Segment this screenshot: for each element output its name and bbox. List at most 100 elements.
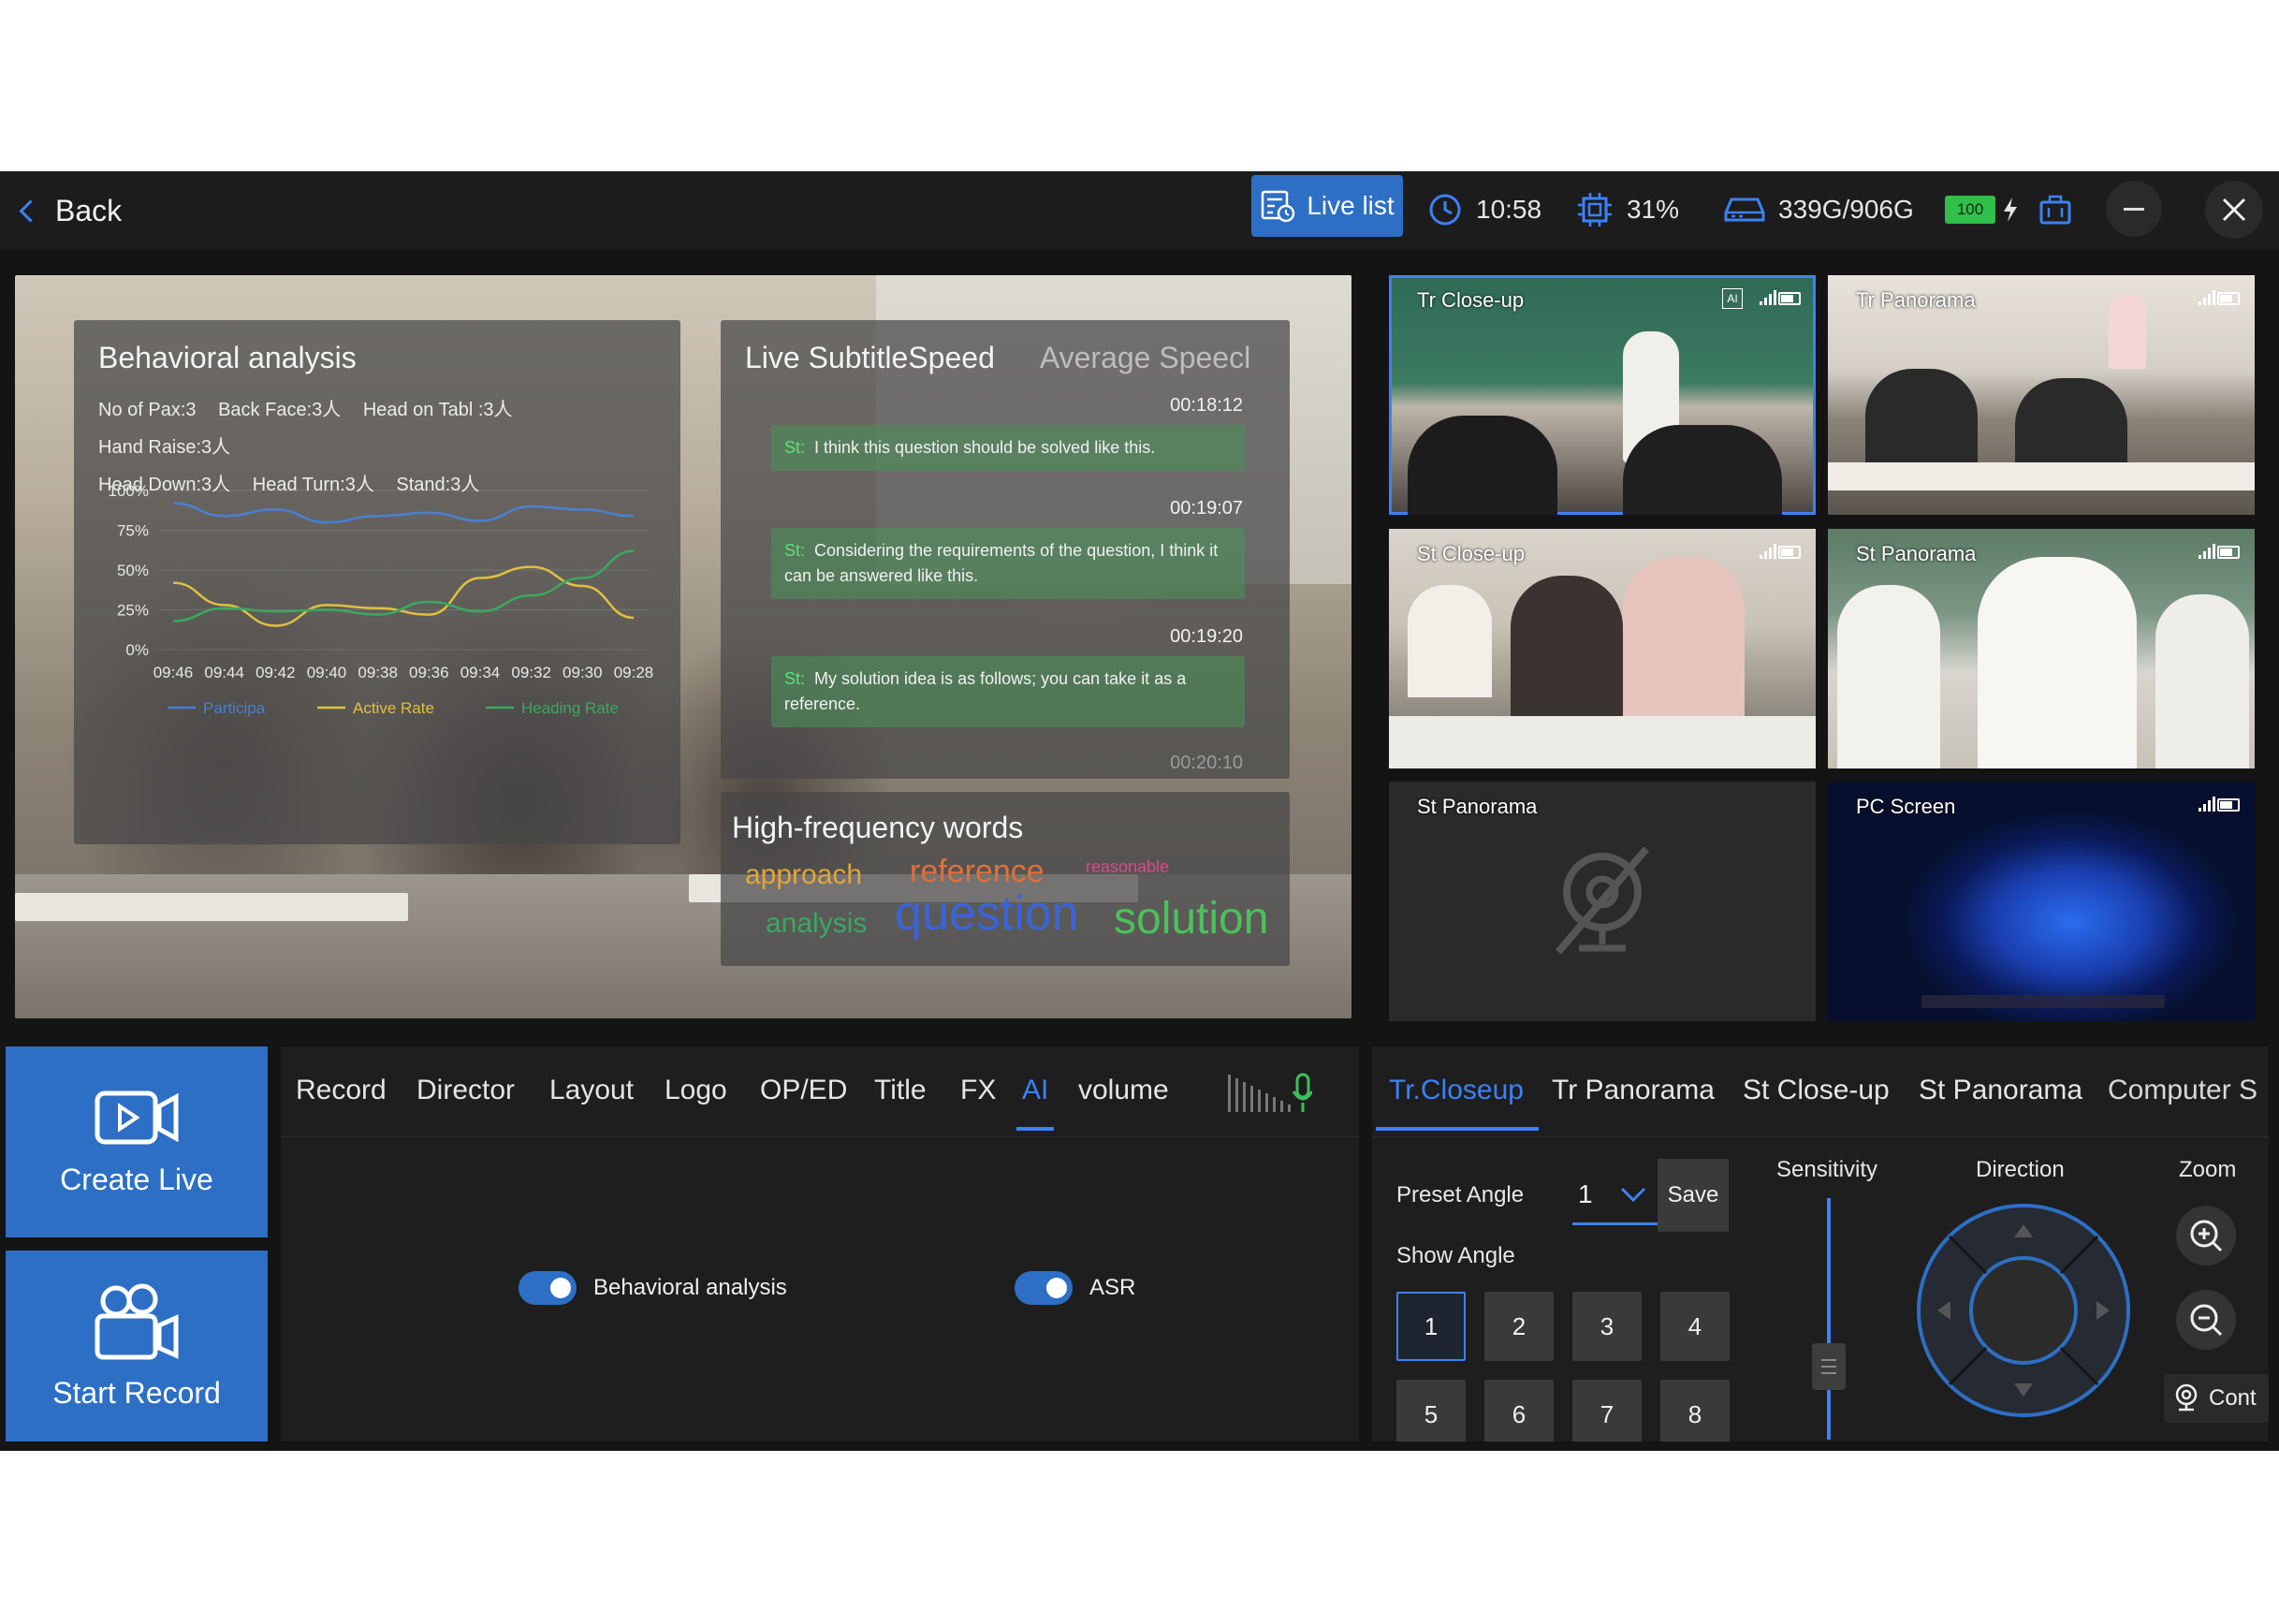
live-subtitle-panel: Live SubtitleSpeed Average Speecl 00:18:1…	[721, 320, 1290, 779]
save-button[interactable]: Save	[1658, 1159, 1729, 1232]
toggle-label: ASR	[1089, 1275, 1136, 1300]
angle-button[interactable]: 5	[1396, 1380, 1466, 1441]
behavioral-analysis-toggle[interactable]: Behavioral analysis	[519, 1271, 787, 1305]
tab-record[interactable]: Record	[296, 1075, 387, 1106]
cpu-value: 31%	[1627, 195, 1680, 224]
taskbar	[1921, 995, 2165, 1008]
chevron-left-icon	[19, 198, 42, 223]
tab-layout[interactable]: Layout	[549, 1075, 634, 1106]
teacher-figure	[1623, 557, 1745, 716]
stat-head-on-table: Head on Tabl :3人	[362, 400, 513, 420]
direction-pad[interactable]	[1913, 1200, 2134, 1421]
signal-icon	[1760, 290, 1776, 305]
slider-handle[interactable]	[1812, 1343, 1846, 1390]
angle-button[interactable]: 2	[1484, 1292, 1554, 1361]
desk	[1828, 462, 2255, 490]
asr-toggle[interactable]: ASR	[1015, 1271, 1135, 1305]
preset-angle-select[interactable]: 1	[1572, 1166, 1662, 1225]
camera-label: Tr Close-up	[1417, 288, 1525, 312]
y-tick-label: 100%	[109, 482, 149, 500]
zoom-in-button[interactable]	[2176, 1206, 2236, 1266]
x-tick-label: 09:36	[409, 664, 449, 681]
legend-label: Participa	[203, 699, 266, 717]
series-line-participa	[172, 502, 635, 524]
x-tick-label: 09:30	[562, 664, 603, 681]
storage-status: 339G/906G	[1724, 184, 1914, 235]
ai-badge-icon: AI	[1722, 288, 1743, 309]
stat-back-face: Back Face:3人	[218, 400, 342, 420]
live-list-button[interactable]: Live list	[1251, 175, 1403, 237]
camera-tile-st-panorama[interactable]: St Panorama	[1828, 529, 2255, 768]
back-button[interactable]: Back	[17, 190, 122, 231]
speaker-label: St:	[784, 669, 806, 688]
zoom-out-button[interactable]	[2176, 1290, 2236, 1350]
control-label: Cont	[2209, 1385, 2257, 1411]
tab-tr-panorama[interactable]: Tr Panorama	[1552, 1075, 1715, 1106]
camera-tile-tr-closeup[interactable]: Tr Close-up AI	[1389, 275, 1816, 515]
x-tick-label: 09:28	[614, 664, 654, 681]
tab-title[interactable]: Title	[874, 1075, 927, 1106]
battery-small-icon	[2217, 546, 2240, 559]
speaker-label: St:	[784, 541, 806, 560]
battery-icon: 100	[1945, 196, 1995, 224]
cpu-icon	[1578, 193, 1612, 227]
tab-volume[interactable]: volume	[1078, 1075, 1169, 1106]
control-button[interactable]: Cont	[2164, 1374, 2269, 1423]
battery-status: 100	[1945, 184, 2020, 235]
camera-tile-st-panorama-offline[interactable]: St Panorama	[1389, 782, 1816, 1021]
tab-ai[interactable]: AI	[1015, 1075, 1055, 1131]
tab-fx[interactable]: FX	[960, 1075, 996, 1106]
toggle-switch[interactable]	[1015, 1271, 1073, 1305]
camera-tile-tr-panorama[interactable]: Tr Panorama	[1828, 275, 2255, 515]
tab-computer[interactable]: Computer S	[2108, 1075, 2257, 1106]
main-preview[interactable]: Behavioral analysis No of Pax:3 Back Fac…	[15, 275, 1351, 1018]
create-live-label: Create Live	[60, 1162, 213, 1196]
x-tick-label: 09:44	[204, 664, 244, 681]
battery-small-icon	[2217, 798, 2240, 812]
zoom-in-icon	[2190, 1220, 2223, 1252]
sensitivity-slider[interactable]	[1812, 1198, 1846, 1440]
camera-tile-st-closeup[interactable]: St Close-up	[1389, 529, 1816, 768]
minimize-button[interactable]	[2106, 181, 2162, 237]
start-record-button[interactable]: Start Record	[6, 1251, 268, 1441]
toggle-switch[interactable]	[519, 1271, 577, 1305]
create-live-button[interactable]: Create Live	[6, 1046, 268, 1237]
close-button[interactable]	[2205, 181, 2263, 239]
angle-button[interactable]: 8	[1660, 1380, 1730, 1441]
clock-icon	[1429, 194, 1461, 226]
subtitle-time: 00:18:12	[1170, 395, 1243, 416]
app-window: Back Live list 10:58 31% 339G/906G 100 B…	[0, 171, 2279, 1451]
subtitle-text: Considering the requirements of the ques…	[784, 541, 1219, 585]
angle-button[interactable]: 6	[1484, 1380, 1554, 1441]
legend-label: Active Rate	[353, 699, 434, 717]
tab-tr-closeup[interactable]: Tr.Closeup	[1376, 1075, 1539, 1131]
camera-tile-pc-screen[interactable]: PC Screen	[1828, 782, 2255, 1021]
tab-op-ed[interactable]: OP/ED	[760, 1075, 847, 1106]
chevron-down-icon	[1620, 1187, 1645, 1203]
subtitle-time: 00:20:10	[1170, 753, 1243, 773]
camera-tab-bar: Tr.Closeup Tr Panorama St Close-up St Pa…	[1372, 1046, 2269, 1137]
angle-button[interactable]: 4	[1660, 1292, 1730, 1361]
minimize-icon	[2124, 207, 2144, 211]
camera-label: St Panorama	[1856, 542, 1977, 565]
live-list-label: Live list	[1307, 191, 1395, 220]
movie-camera-icon	[95, 1283, 179, 1359]
word-cloud-item: approach	[745, 859, 863, 890]
angle-button[interactable]: 7	[1572, 1380, 1642, 1441]
angle-button[interactable]: 3	[1572, 1292, 1642, 1361]
tab-st-panorama[interactable]: St Panorama	[1919, 1075, 2082, 1106]
angle-button[interactable]: 1	[1396, 1292, 1466, 1361]
tab-st-closeup[interactable]: St Close-up	[1743, 1075, 1890, 1106]
tab-logo[interactable]: Logo	[665, 1075, 727, 1106]
word-cloud-item: question	[895, 886, 1079, 941]
back-label: Back	[55, 193, 123, 227]
tab-director[interactable]: Director	[416, 1075, 515, 1106]
teacher-figure	[2109, 294, 2146, 369]
x-tick-label: 09:38	[358, 664, 398, 681]
subtitle-message: St: My solution idea is as follows; you c…	[771, 656, 1245, 727]
charging-bolt-icon	[2004, 198, 2017, 222]
desk	[15, 893, 408, 921]
high-frequency-words-panel: High-frequency words approach reference …	[721, 792, 1290, 966]
toolbox-button[interactable]	[2038, 184, 2085, 235]
camera-label: PC Screen	[1856, 795, 1956, 818]
